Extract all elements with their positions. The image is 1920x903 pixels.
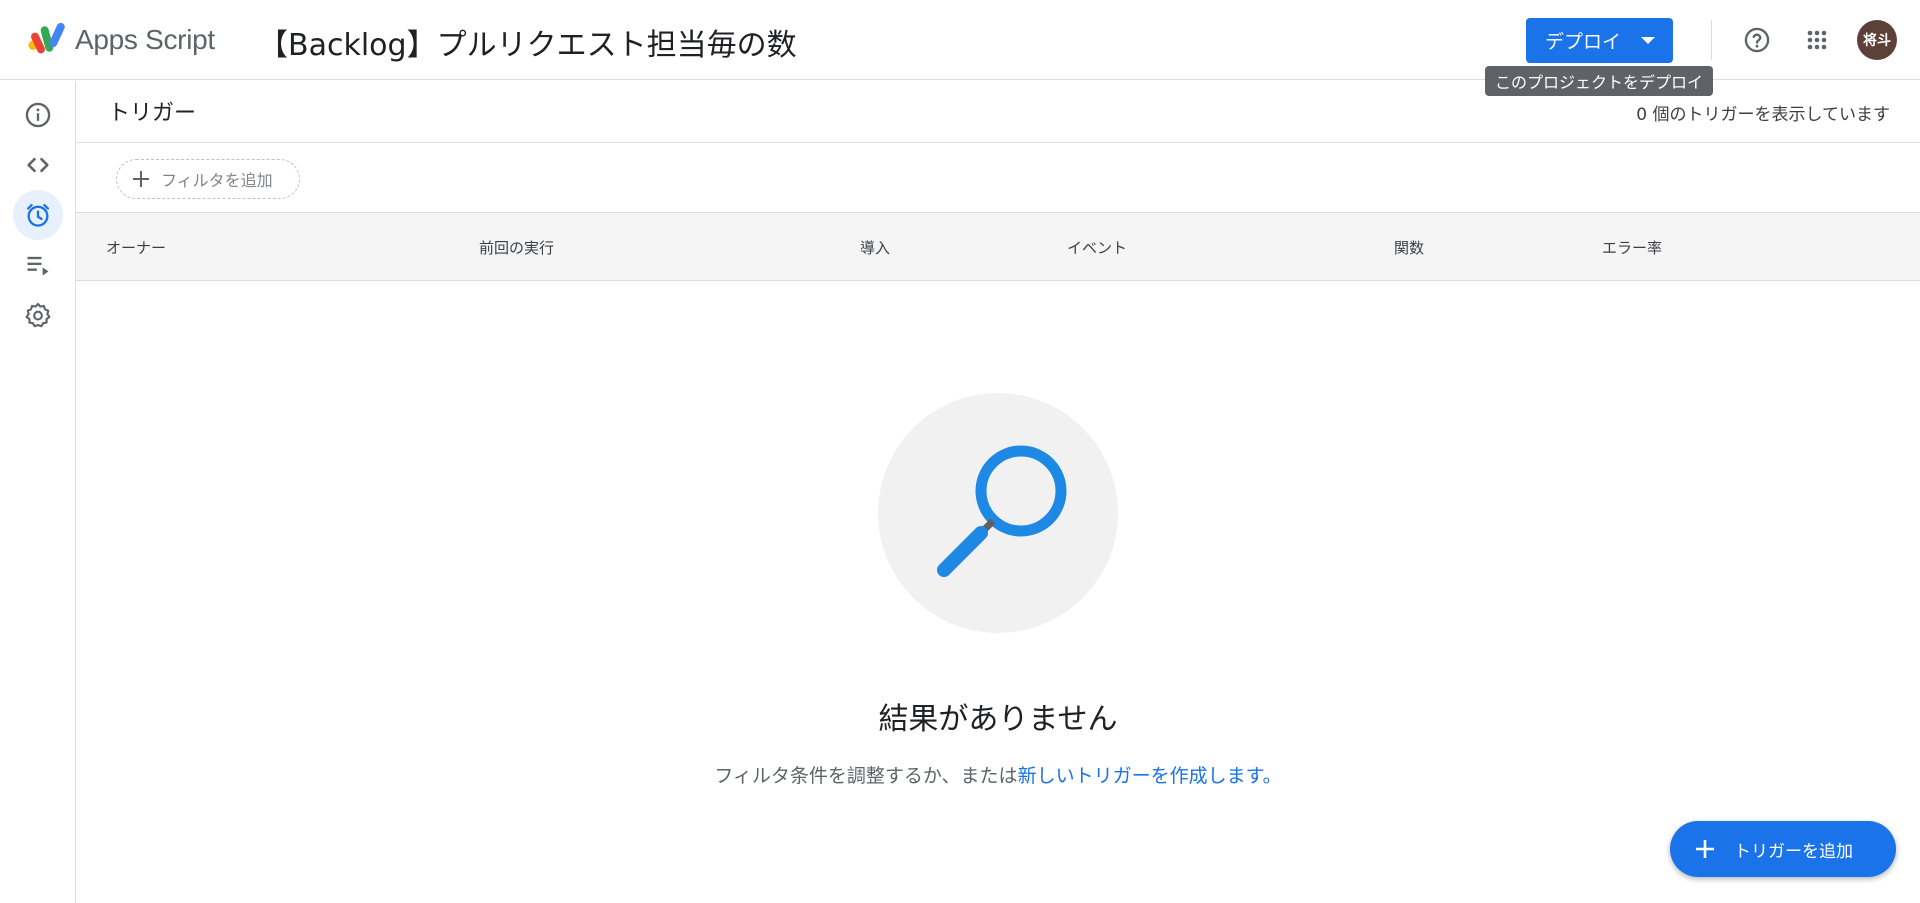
info-icon (25, 102, 51, 128)
table-header: オーナー 前回の実行 導入 イベント 関数 エラー率 (76, 213, 1920, 281)
caret-down-icon (1641, 37, 1655, 44)
main-content: トリガー 0 個のトリガーを表示しています フィルタを追加 オーナー 前回の実行… (76, 81, 1920, 903)
avatar[interactable]: 将斗 (1857, 20, 1897, 60)
column-header-function[interactable]: 関数 (1394, 237, 1424, 258)
column-header-event[interactable]: イベント (1067, 237, 1127, 258)
column-header-deployment[interactable]: 導入 (860, 237, 890, 258)
header-divider (1711, 20, 1712, 60)
google-apps-button[interactable] (1797, 20, 1837, 60)
empty-state-text: フィルタ条件を調整するか、または (714, 765, 1018, 787)
code-icon (27, 157, 49, 173)
apps-grid-icon (1807, 30, 1827, 50)
gear-icon (25, 302, 51, 328)
deploy-button[interactable]: デプロイ (1526, 18, 1673, 63)
add-filter-button[interactable]: フィルタを追加 (116, 159, 300, 199)
top-bar: Apps Script 【Backlog】プルリクエスト担当毎の数 デプロイ こ… (0, 0, 1920, 96)
sidebar-item-overview[interactable] (13, 90, 63, 140)
help-icon (1744, 27, 1770, 53)
create-trigger-link[interactable]: 新しいトリガーを作成します。 (1018, 765, 1282, 787)
app-name[interactable]: Apps Script (75, 24, 215, 56)
column-header-last-run[interactable]: 前回の実行 (479, 237, 554, 258)
filter-bar: フィルタを追加 (76, 143, 1920, 213)
empty-state-illustration (878, 393, 1118, 633)
column-header-error-rate[interactable]: エラー率 (1602, 237, 1662, 258)
add-trigger-button[interactable]: トリガーを追加 (1670, 821, 1896, 877)
plus-icon (133, 171, 149, 187)
deploy-button-label: デプロイ (1545, 31, 1622, 53)
deploy-tooltip: このプロジェクトをデプロイ (1485, 66, 1714, 96)
plus-icon (1696, 840, 1714, 858)
empty-state-subtitle: フィルタ条件を調整するか、または新しいトリガーを作成します。 (76, 761, 1920, 788)
add-trigger-label: トリガーを追加 (1734, 841, 1853, 862)
playlist-play-icon (27, 256, 49, 276)
project-title[interactable]: 【Backlog】プルリクエスト担当毎の数 (258, 20, 797, 64)
sidebar-item-settings[interactable] (13, 290, 63, 340)
column-header-owner[interactable]: オーナー (106, 237, 166, 258)
page-title: トリガー (108, 101, 197, 126)
apps-script-logo[interactable] (26, 20, 68, 58)
sidebar-item-editor[interactable] (13, 140, 63, 190)
add-filter-label: フィルタを追加 (161, 171, 273, 190)
magnifier-icon (937, 445, 1067, 577)
help-button[interactable] (1737, 20, 1777, 60)
trigger-count: 0 個のトリガーを表示しています (1636, 105, 1890, 125)
alarm-clock-icon (26, 203, 50, 227)
sidebar-item-triggers[interactable] (13, 190, 63, 240)
sidebar (0, 81, 76, 903)
sidebar-item-executions[interactable] (13, 240, 63, 290)
empty-state-title: 結果がありません (878, 702, 1118, 737)
